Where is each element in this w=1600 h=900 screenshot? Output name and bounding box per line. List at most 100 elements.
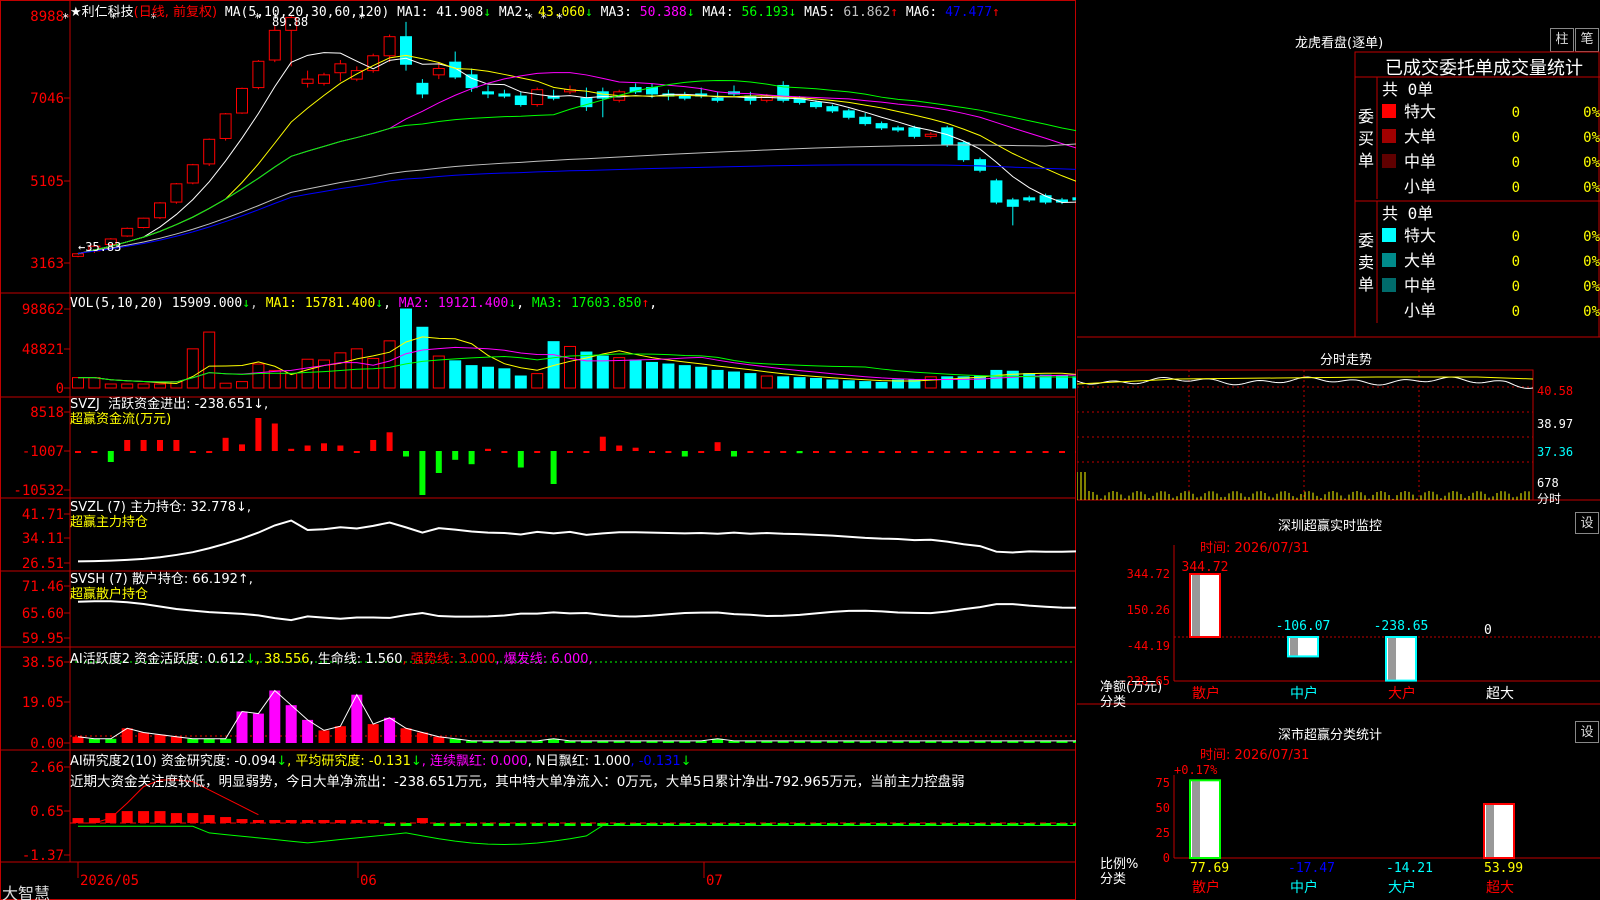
ai2-bar-5 <box>154 811 166 823</box>
candle-8 <box>203 138 216 167</box>
ai1-item-5: , 爆发线: 6.000, <box>495 652 593 667</box>
sep: , <box>383 296 399 311</box>
svzj-bar-10 <box>239 444 245 451</box>
ai1-bar-16 <box>334 726 346 743</box>
svzj-bar-27 <box>517 451 524 468</box>
svzj-bar-57 <box>1009 451 1016 453</box>
monitor-time: 时间: 2026/07/31 <box>1200 541 1310 556</box>
ai1-item-1: ↓ <box>244 652 256 667</box>
brand-label: 大智慧 <box>2 884 51 900</box>
classify-cat: 中户 <box>1290 879 1318 896</box>
candle-26 <box>498 89 511 99</box>
candle-body <box>990 180 1003 203</box>
svzj-bar-48 <box>862 451 869 453</box>
svzj-bar-12 <box>271 423 278 451</box>
svzj-bar-3 <box>124 440 131 451</box>
candle-50 <box>892 125 904 133</box>
volume-bar-20 <box>400 308 412 389</box>
ai1-bar-9 <box>220 738 232 743</box>
candle-body <box>121 227 134 237</box>
ai1-bar-15 <box>318 730 330 743</box>
intraday-price-tick: 37.36 <box>1537 445 1573 459</box>
ai1-tick: 38.56 <box>22 655 64 671</box>
classify-cat: 大户 <box>1388 879 1416 896</box>
volume-header: VOL(5,10,20) 15909.000↓, MA1: 15781.400↓… <box>70 296 658 311</box>
ai2-bar-8 <box>203 815 215 823</box>
ai2-item-0: 资金研究度: -0.094 <box>160 754 277 769</box>
monitor-settings-button[interactable]: 设 <box>1575 512 1599 534</box>
ma-label: MA2: <box>491 5 539 20</box>
svzj-bar-42 <box>763 451 770 453</box>
classify-bar-value: -14.21 <box>1386 861 1433 876</box>
classify-cat: 超大 <box>1486 880 1514 896</box>
monitor-bar-value: 344.72 <box>1182 560 1229 575</box>
price-tick: 5105 <box>30 174 64 190</box>
candle-10 <box>236 87 248 114</box>
ai2-item-4: , 连续飘红: 0.000 <box>421 754 528 769</box>
svzj-bar-9 <box>222 437 229 451</box>
sell-row-val: 0 <box>1512 254 1520 270</box>
x-tick-label: 07 <box>706 873 723 889</box>
monitor-cat: 中户 <box>1290 685 1318 702</box>
sell-row-swatch <box>1382 278 1396 292</box>
candle-body <box>859 116 872 125</box>
ma-label: MA3: <box>592 5 640 20</box>
svzj-bar-40 <box>731 451 737 457</box>
candle-body <box>482 91 494 95</box>
candle-57 <box>1006 197 1019 226</box>
ai1-bar-4 <box>138 732 150 743</box>
candle-20 <box>400 21 412 71</box>
buy-side-label: 单 <box>1358 151 1374 170</box>
classify-bar-0-shade <box>1192 780 1200 858</box>
candle-body <box>416 82 429 95</box>
ai2-name: AI研究度2(10) <box>70 754 157 769</box>
svzj-bar-23 <box>452 451 459 460</box>
candle-7 <box>186 163 199 185</box>
volume-bar-37 <box>678 365 691 389</box>
ai1-bar-12 <box>269 690 281 743</box>
svzj-bar-47 <box>845 451 852 453</box>
svzj-bar-51 <box>911 451 918 453</box>
ai1-item-0: 资金活跃度: 0.612 <box>134 652 245 667</box>
monitor-bar-value: 0 <box>1484 623 1492 638</box>
volume-bar-6 <box>170 381 183 389</box>
buy-row-val: 0 <box>1512 180 1520 196</box>
sell-row-val: 0 <box>1512 229 1520 245</box>
svzj-bar-13 <box>288 448 295 451</box>
candle-body <box>252 60 265 89</box>
monitor-cat: 大户 <box>1388 685 1416 702</box>
main-header: ★利仁科技(日线, 前复权) MA(5,10,20,30,60,120) MA1… <box>70 1 1000 20</box>
volume-bar-41 <box>744 373 757 389</box>
candle-56 <box>990 178 1003 205</box>
ai2-values: 资金研究度: -0.094↓, 平均研究度: -0.131↓, 连续飘红: 0.… <box>161 754 692 769</box>
candle-32 <box>596 87 609 118</box>
candle-23 <box>449 51 462 80</box>
volume-bar-47 <box>842 380 855 389</box>
candle-25 <box>482 85 494 99</box>
svzj-bar-30 <box>567 451 573 453</box>
ai1-bar-11 <box>252 713 264 743</box>
ai1-item-3: , 生命线: 1.560 <box>309 652 403 667</box>
ma-label: MA5: <box>796 5 844 20</box>
svzj-bar-7 <box>189 451 196 453</box>
volume-bar-42 <box>760 375 773 389</box>
ai1-name: AI活跃度2 <box>70 652 130 667</box>
ma-arrow: ↓ <box>686 5 695 20</box>
vol-ma-label: MA2: <box>398 296 438 311</box>
classify-settings-button[interactable]: 设 <box>1575 721 1599 743</box>
volume-bar-9 <box>219 382 232 389</box>
ma-value-3: 50.388 <box>639 5 687 20</box>
right-charts: 共 0单委买单特大 0 0%大单 0 0%中单 0 0%小单 0 0%共 0单委卖单特大 0 0%大… <box>1077 51 1600 896</box>
vol-ma-label: MA1: <box>265 296 305 311</box>
candle-15 <box>318 72 330 86</box>
sell-row-pct: 0% <box>1583 229 1600 245</box>
svzj-bar-44 <box>796 451 803 454</box>
svzj-bar-50 <box>895 451 901 453</box>
ai1-bar-19 <box>384 717 396 743</box>
svzj-bar-32 <box>599 436 606 451</box>
ai2-bar-6 <box>170 813 182 823</box>
stock-title[interactable]: ★利仁科技 <box>70 5 134 20</box>
intraday-title[interactable]: 分时走势 <box>1320 349 1372 368</box>
svzj-bar-24 <box>468 451 475 465</box>
candle-body <box>268 29 281 61</box>
